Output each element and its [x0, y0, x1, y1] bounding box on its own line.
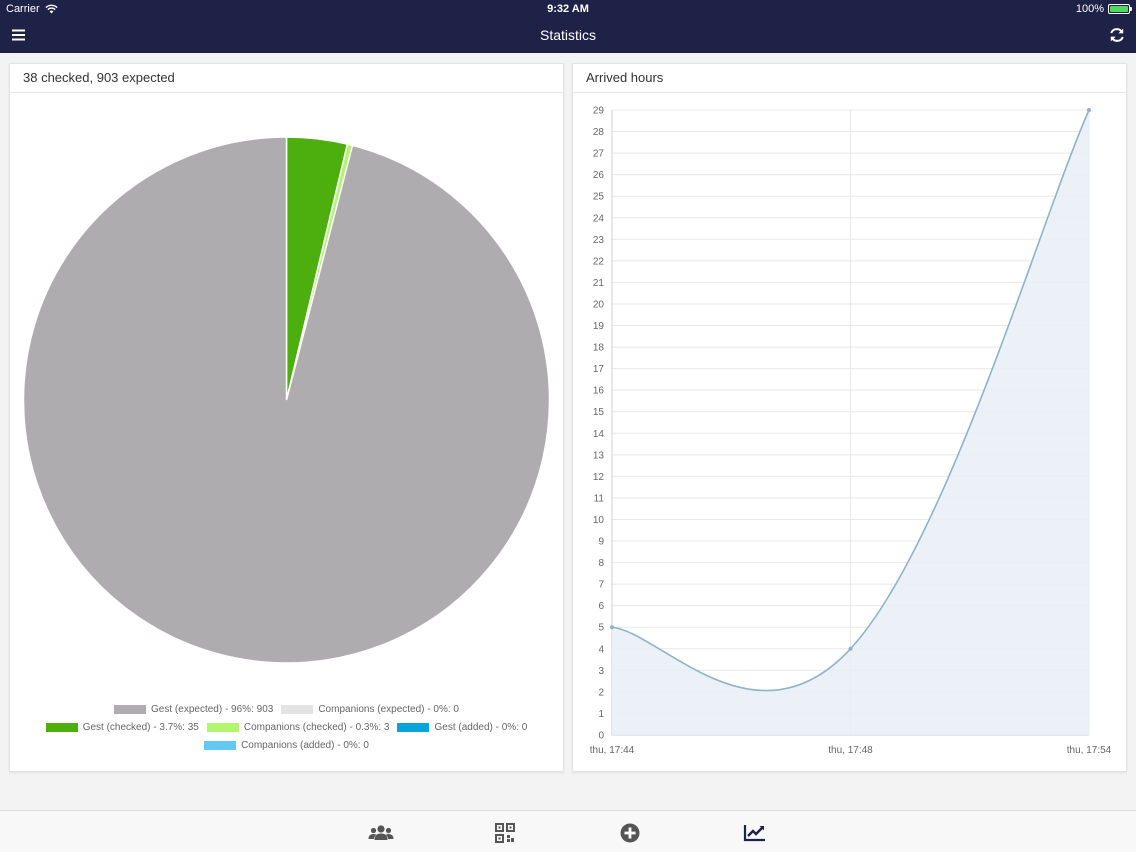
- x-tick-label: thu, 17:54: [1067, 745, 1112, 756]
- y-tick-label: 12: [593, 472, 605, 483]
- legend-swatch: [206, 722, 239, 732]
- data-point[interactable]: [1087, 108, 1091, 112]
- battery-percent: 100%: [1075, 3, 1104, 15]
- legend-swatch: [397, 722, 430, 732]
- y-tick-label: 29: [593, 106, 605, 117]
- x-tick-label: thu, 17:44: [590, 745, 635, 756]
- tab-qr-scan[interactable]: [494, 822, 520, 844]
- pie-panel-title: 38 checked, 903 expected: [10, 64, 563, 93]
- nav-bar: Statistics: [0, 18, 1136, 53]
- legend-swatch: [114, 704, 147, 714]
- line-chart: 0123456789101112131415161718192021222324…: [590, 106, 1112, 757]
- legend-label: Companions (checked) - 0.3%: 3: [243, 721, 390, 733]
- y-tick-label: 9: [598, 537, 604, 548]
- line-chart-panel: Arrived hours 0 1 2 3 4 5 6 7 8 9 10 11 12 13 14 15 16 17…: [572, 63, 1127, 772]
- y-tick-label: 4: [598, 644, 604, 655]
- legend-item[interactable]: Gest (added) - 0%: 0: [397, 722, 527, 733]
- y-tick-label: 2: [598, 687, 604, 698]
- refresh-icon[interactable]: [1108, 26, 1126, 44]
- legend-row: Companions (added) - 0%: 0: [10, 736, 563, 754]
- legend-swatch: [45, 722, 78, 732]
- y-tick-label: 1: [598, 709, 604, 720]
- y-tick-label: 13: [593, 450, 605, 461]
- status-bar: Carrier 9:32 AM 100%: [0, 0, 1136, 18]
- add-circle-icon: [620, 823, 640, 843]
- y-tick-label: 18: [593, 343, 605, 354]
- legend-item[interactable]: Companions (expected) - 0%: 0: [281, 704, 459, 715]
- line-panel-body: 0 1 2 3 4 5 6 7 8 9 10 11 12 13 14 15 16 17 18 19 20 21 22 23 24…: [573, 93, 1126, 772]
- line-chart-icon: [743, 825, 765, 842]
- pie-chart: [22, 136, 551, 664]
- qr-code-icon: [495, 823, 515, 843]
- page-title: Statistics: [539, 27, 596, 43]
- status-right: 100%: [1075, 3, 1132, 15]
- legend-label: Gest (checked) - 3.7%: 35: [82, 721, 199, 733]
- y-tick-label: 23: [593, 235, 605, 246]
- legend-label: Gest (added) - 0%: 0: [434, 721, 528, 733]
- tab-statistics[interactable]: [743, 822, 769, 844]
- y-tick-label: 22: [593, 256, 605, 267]
- y-tick-label: 3: [598, 666, 604, 677]
- y-tick-label: 5: [598, 623, 604, 634]
- y-tick-label: 28: [593, 127, 605, 138]
- legend-item[interactable]: Gest (expected) - 96%: 903: [114, 704, 273, 715]
- pie-legend: Gest (expected) - 96%: 903 Companions (ex…: [10, 700, 563, 754]
- x-tick-label: thu, 17:48: [828, 745, 873, 756]
- legend-label: Companions (expected) - 0%: 0: [318, 703, 459, 715]
- legend-item[interactable]: Gest (checked) - 3.7%: 35: [45, 721, 199, 733]
- legend-row: Gest (expected) - 96%: 903 Companions (ex…: [10, 700, 563, 718]
- pie-panel-body: Gest (expected) - 96%: 903 Companions (ex…: [10, 93, 563, 772]
- y-tick-label: 26: [593, 170, 605, 181]
- line-panel-title: Arrived hours: [573, 64, 1126, 93]
- data-point[interactable]: [610, 625, 614, 630]
- y-tick-label: 7: [598, 580, 604, 591]
- pie-chart-panel: 38 checked, 903 expected Gest (expected)…: [9, 63, 564, 772]
- y-tick-label: 15: [593, 407, 605, 418]
- y-tick-label: 10: [593, 515, 605, 526]
- y-tick-label: 6: [598, 601, 604, 612]
- y-tick-label: 19: [593, 321, 605, 332]
- legend-swatch: [281, 704, 314, 714]
- legend-label: Gest (expected) - 96%: 903: [151, 703, 274, 715]
- tab-add[interactable]: [619, 822, 645, 844]
- y-tick-label: 25: [593, 192, 605, 203]
- y-tick-label: 16: [593, 386, 605, 397]
- tab-users[interactable]: [368, 822, 394, 844]
- status-time: 9:32 AM: [547, 3, 589, 15]
- legend-swatch: [204, 740, 237, 750]
- y-tick-label: 0: [598, 731, 604, 742]
- tab-bar: [0, 810, 1136, 852]
- y-tick-label: 27: [593, 149, 605, 160]
- battery-icon: [1108, 4, 1132, 14]
- y-tick-label: 20: [593, 299, 605, 310]
- y-tick-label: 21: [593, 278, 605, 289]
- y-tick-label: 17: [593, 364, 605, 375]
- y-tick-label: 8: [598, 558, 604, 569]
- legend-label: Companions (added) - 0%: 0: [241, 739, 369, 751]
- y-tick-label: 24: [593, 213, 605, 224]
- pie-slice[interactable]: [22, 136, 551, 664]
- legend-item[interactable]: Companions (added) - 0%: 0: [204, 740, 369, 751]
- users-icon: [368, 825, 394, 840]
- y-tick-label: 14: [593, 429, 605, 440]
- legend-item[interactable]: Companions (checked) - 0.3%: 3: [206, 721, 390, 733]
- legend-row: Gest (checked) - 3.7%: 35 Companions (che…: [10, 718, 563, 736]
- y-tick-label: 11: [594, 493, 605, 504]
- data-point[interactable]: [848, 646, 853, 651]
